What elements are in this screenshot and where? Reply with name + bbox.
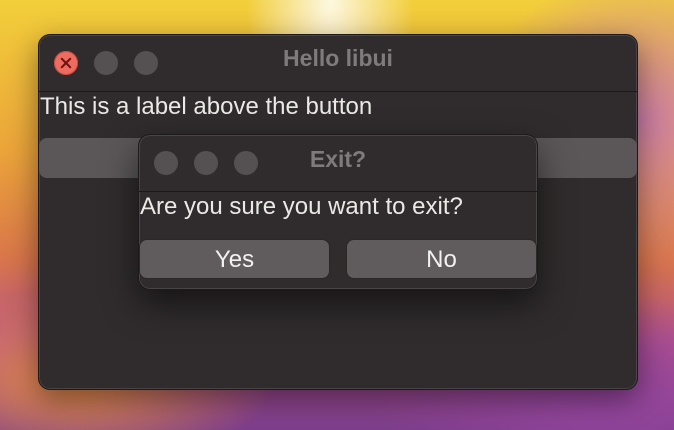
yes-button[interactable]: Yes <box>139 239 330 279</box>
dialog-titlebar[interactable]: Exit? <box>139 135 537 192</box>
dialog-title: Exit? <box>309 146 367 172</box>
main-window-titlebar[interactable]: Hello libui <box>39 35 637 92</box>
window-title: Hello libui <box>283 45 393 71</box>
exit-dialog: Exit? Are you sure you want to exit? Yes… <box>138 134 538 290</box>
main-label: This is a label above the button <box>40 93 373 120</box>
dialog-message: Are you sure you want to exit? <box>140 193 463 220</box>
no-button[interactable]: No <box>346 239 537 279</box>
